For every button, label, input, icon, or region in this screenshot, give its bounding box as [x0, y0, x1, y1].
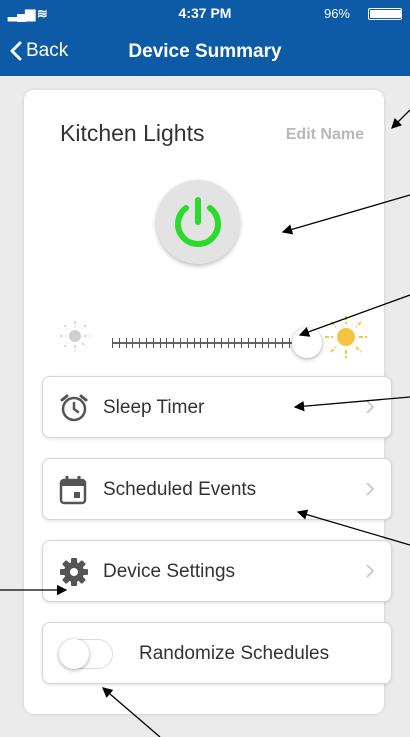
randomize-toggle[interactable]	[59, 639, 113, 669]
battery-percent: 96%	[323, 6, 350, 21]
slider-tick	[207, 338, 209, 348]
slider-tick	[173, 338, 175, 348]
device-settings-row[interactable]: Device Settings	[42, 540, 392, 602]
slider-tick	[139, 338, 141, 348]
slider-tick	[180, 338, 181, 348]
slider-tick	[268, 338, 270, 348]
randomize-schedules-label: Randomize Schedules	[139, 643, 330, 664]
slider-tick	[112, 338, 113, 348]
slider-thumb[interactable]	[292, 328, 322, 358]
power-button[interactable]	[156, 180, 240, 264]
randomize-schedules-row: Randomize Schedules	[42, 622, 392, 684]
slider-tick	[241, 338, 243, 348]
sleep-timer-row[interactable]: Sleep Timer	[42, 376, 392, 438]
slider-tick	[234, 338, 236, 348]
slider-tick	[132, 338, 134, 348]
slider-tick	[248, 338, 249, 348]
power-icon	[175, 197, 221, 247]
device-name: Kitchen Lights	[60, 120, 205, 146]
device-card: Kitchen Lights Edit Name Sleep Timer Sch…	[24, 90, 392, 714]
nav-bar: Back Device Summary	[0, 26, 410, 76]
slider-tick	[214, 338, 215, 348]
calendar-icon	[59, 476, 87, 505]
scheduled-events-row[interactable]: Scheduled Events	[42, 458, 392, 520]
chevron-right-icon	[366, 400, 375, 414]
scheduled-events-label: Scheduled Events	[103, 479, 257, 500]
slider-tick	[118, 338, 120, 348]
slider-tick	[200, 338, 202, 348]
page-title: Device Summary	[128, 41, 282, 62]
slider-tick	[159, 338, 161, 348]
slider-tick	[275, 338, 277, 348]
chevron-right-icon	[366, 482, 375, 496]
slider-tick	[193, 338, 195, 348]
slider-tick	[186, 338, 188, 348]
edit-name-button[interactable]: Edit Name	[286, 126, 364, 144]
slider-tick	[261, 338, 263, 348]
brightness-slider[interactable]	[112, 328, 322, 358]
slider-tick	[152, 338, 154, 348]
alarm-clock-icon	[60, 394, 88, 422]
slider-tick	[166, 338, 168, 348]
dim-sun-icon	[60, 321, 90, 351]
slider-tick	[282, 338, 283, 348]
slider-tick	[227, 338, 229, 348]
status-bar: ▂▄▆ ≋ 4:37 PM 96%	[0, 0, 410, 26]
slider-tick	[146, 338, 147, 348]
battery-icon	[368, 8, 402, 20]
device-settings-label: Device Settings	[103, 561, 236, 582]
gear-icon	[60, 558, 88, 586]
sleep-timer-label: Sleep Timer	[103, 397, 205, 418]
slider-tick	[220, 338, 222, 348]
chevron-right-icon	[366, 564, 375, 578]
content-area: Kitchen Lights Edit Name Sleep Timer Sch…	[0, 76, 410, 737]
slider-tick	[125, 338, 127, 348]
slider-tick	[288, 338, 290, 348]
toggle-knob	[59, 639, 89, 669]
bright-sun-icon	[325, 316, 367, 358]
slider-tick	[254, 338, 256, 348]
